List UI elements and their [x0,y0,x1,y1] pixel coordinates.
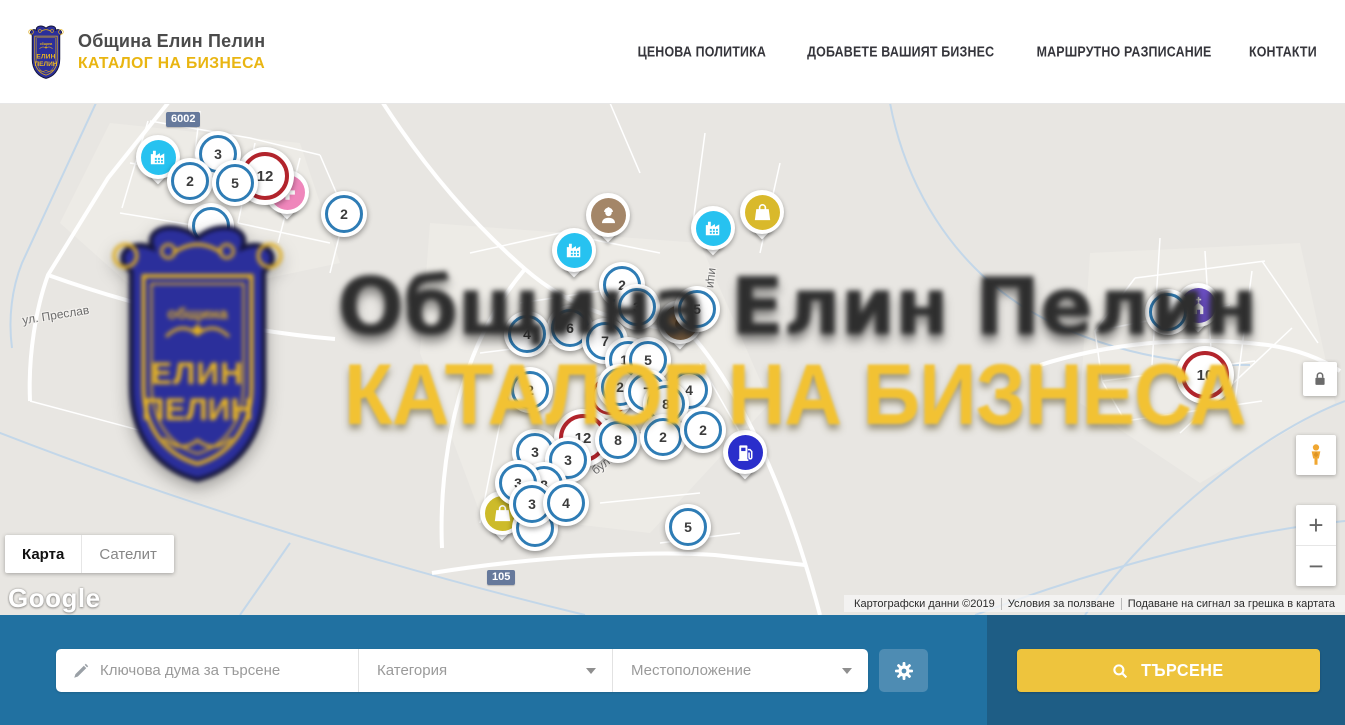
gear-icon [892,659,916,683]
google-map[interactable]: 1232522356471352274812822338334510 ул. П… [0,103,1345,615]
category-select[interactable]: Категория [358,649,612,692]
factory-icon [557,233,592,268]
nav-item-add-business[interactable]: ДОБАВЕТЕ ВАШИЯТ БИЗНЕС [807,43,994,60]
lock-icon[interactable] [1303,362,1337,396]
site-subtitle: КАТАЛОГ НА БИЗНЕСА [78,55,265,73]
cluster-marker[interactable]: 8 [595,417,641,463]
attribution-report-link[interactable]: Подаване на сигнал за грешка в картата [1121,598,1341,610]
search-panel: Категория Местоположение ТЪРСЕНЕ [0,615,1345,725]
factory-icon [696,211,731,246]
road-number-badge: 6002 [166,112,200,127]
shopping-bag-pin-marker[interactable] [740,190,784,248]
keyword-search-input[interactable] [56,649,358,692]
google-logo[interactable]: Google [8,583,101,614]
main-nav: ЦЕНОВА ПОЛИТИКА ДОБАВЕТЕ ВАШИЯТ БИЗНЕС М… [632,0,1320,103]
cluster-marker[interactable]: 10 [1176,346,1234,404]
map-attribution: Картографски данни ©2019 Условия за полз… [844,595,1345,612]
chevron-down-icon [586,668,596,674]
cluster-marker[interactable]: 2 [321,191,367,237]
fuel-pin-marker[interactable] [723,430,767,488]
cluster-marker[interactable]: 5 [665,504,711,550]
site-title: Община Елин Пелин [78,31,269,52]
header: община ЕЛИНПЕЛИН Община Елин Пелин КАТАЛО… [0,0,1345,104]
zoom-control: + − [1296,505,1336,586]
cluster-marker[interactable]: 5 [674,286,720,332]
cluster-marker[interactable]: 4 [504,311,550,357]
pegman-icon [1303,442,1329,468]
cluster-marker[interactable]: 2 [507,367,553,413]
shopping-bag-icon [745,195,780,230]
zoom-out-button[interactable]: − [1296,546,1336,586]
site-logo[interactable]: община ЕЛИНПЕЛИН Община Елин Пелин КАТАЛО… [22,24,269,80]
nav-item-contacts[interactable]: КОНТАКТИ [1249,43,1317,60]
advanced-search-button[interactable] [879,649,928,692]
search-button[interactable]: ТЪРСЕНЕ [1017,649,1320,692]
map-type-control: Карта Сателит [5,535,174,573]
attribution-data-notice: Картографски данни ©2019 [848,598,1001,610]
cluster-marker[interactable] [1145,289,1191,335]
map-type-satellite-button[interactable]: Сателит [81,535,174,573]
nav-item-route-schedule[interactable]: МАРШРУТНО РАЗПИСАНИЕ [1037,43,1212,60]
map-type-map-button[interactable]: Карта [5,535,81,573]
cluster-marker[interactable]: 3 [614,284,660,330]
cluster-marker[interactable]: 4 [543,480,589,526]
municipality-crest-icon: община ЕЛИНПЕЛИН [22,24,70,80]
location-select[interactable]: Местоположение [612,649,868,692]
search-icon [1111,662,1129,680]
search-input-group: Категория Местоположение [56,649,868,692]
svg-text:ЕЛИН: ЕЛИН [36,54,55,61]
pegman-street-view-control[interactable] [1296,435,1336,475]
cluster-marker[interactable]: 2 [167,158,213,204]
road-number-badge: 105 [487,570,515,585]
factory-pin-marker[interactable] [552,228,596,286]
street-label: ици [704,267,720,289]
svg-text:ПЕЛИН: ПЕЛИН [35,61,58,68]
page: община ЕЛИНПЕЛИН Община Елин Пелин КАТАЛО… [0,0,1345,725]
factory-pin-marker[interactable] [691,206,735,264]
cluster-marker[interactable] [188,203,234,249]
zoom-in-button[interactable]: + [1296,505,1336,546]
cluster-marker[interactable]: 2 [680,407,726,453]
fuel-icon [728,435,763,470]
chevron-down-icon [842,668,852,674]
cluster-marker[interactable]: 2 [640,414,686,460]
attribution-terms-link[interactable]: Условия за ползване [1001,598,1121,610]
pencil-icon [72,662,90,680]
cluster-marker[interactable]: 5 [212,160,258,206]
nav-item-pricing[interactable]: ЦЕНОВА ПОЛИТИКА [638,43,767,60]
svg-text:община: община [40,42,53,46]
